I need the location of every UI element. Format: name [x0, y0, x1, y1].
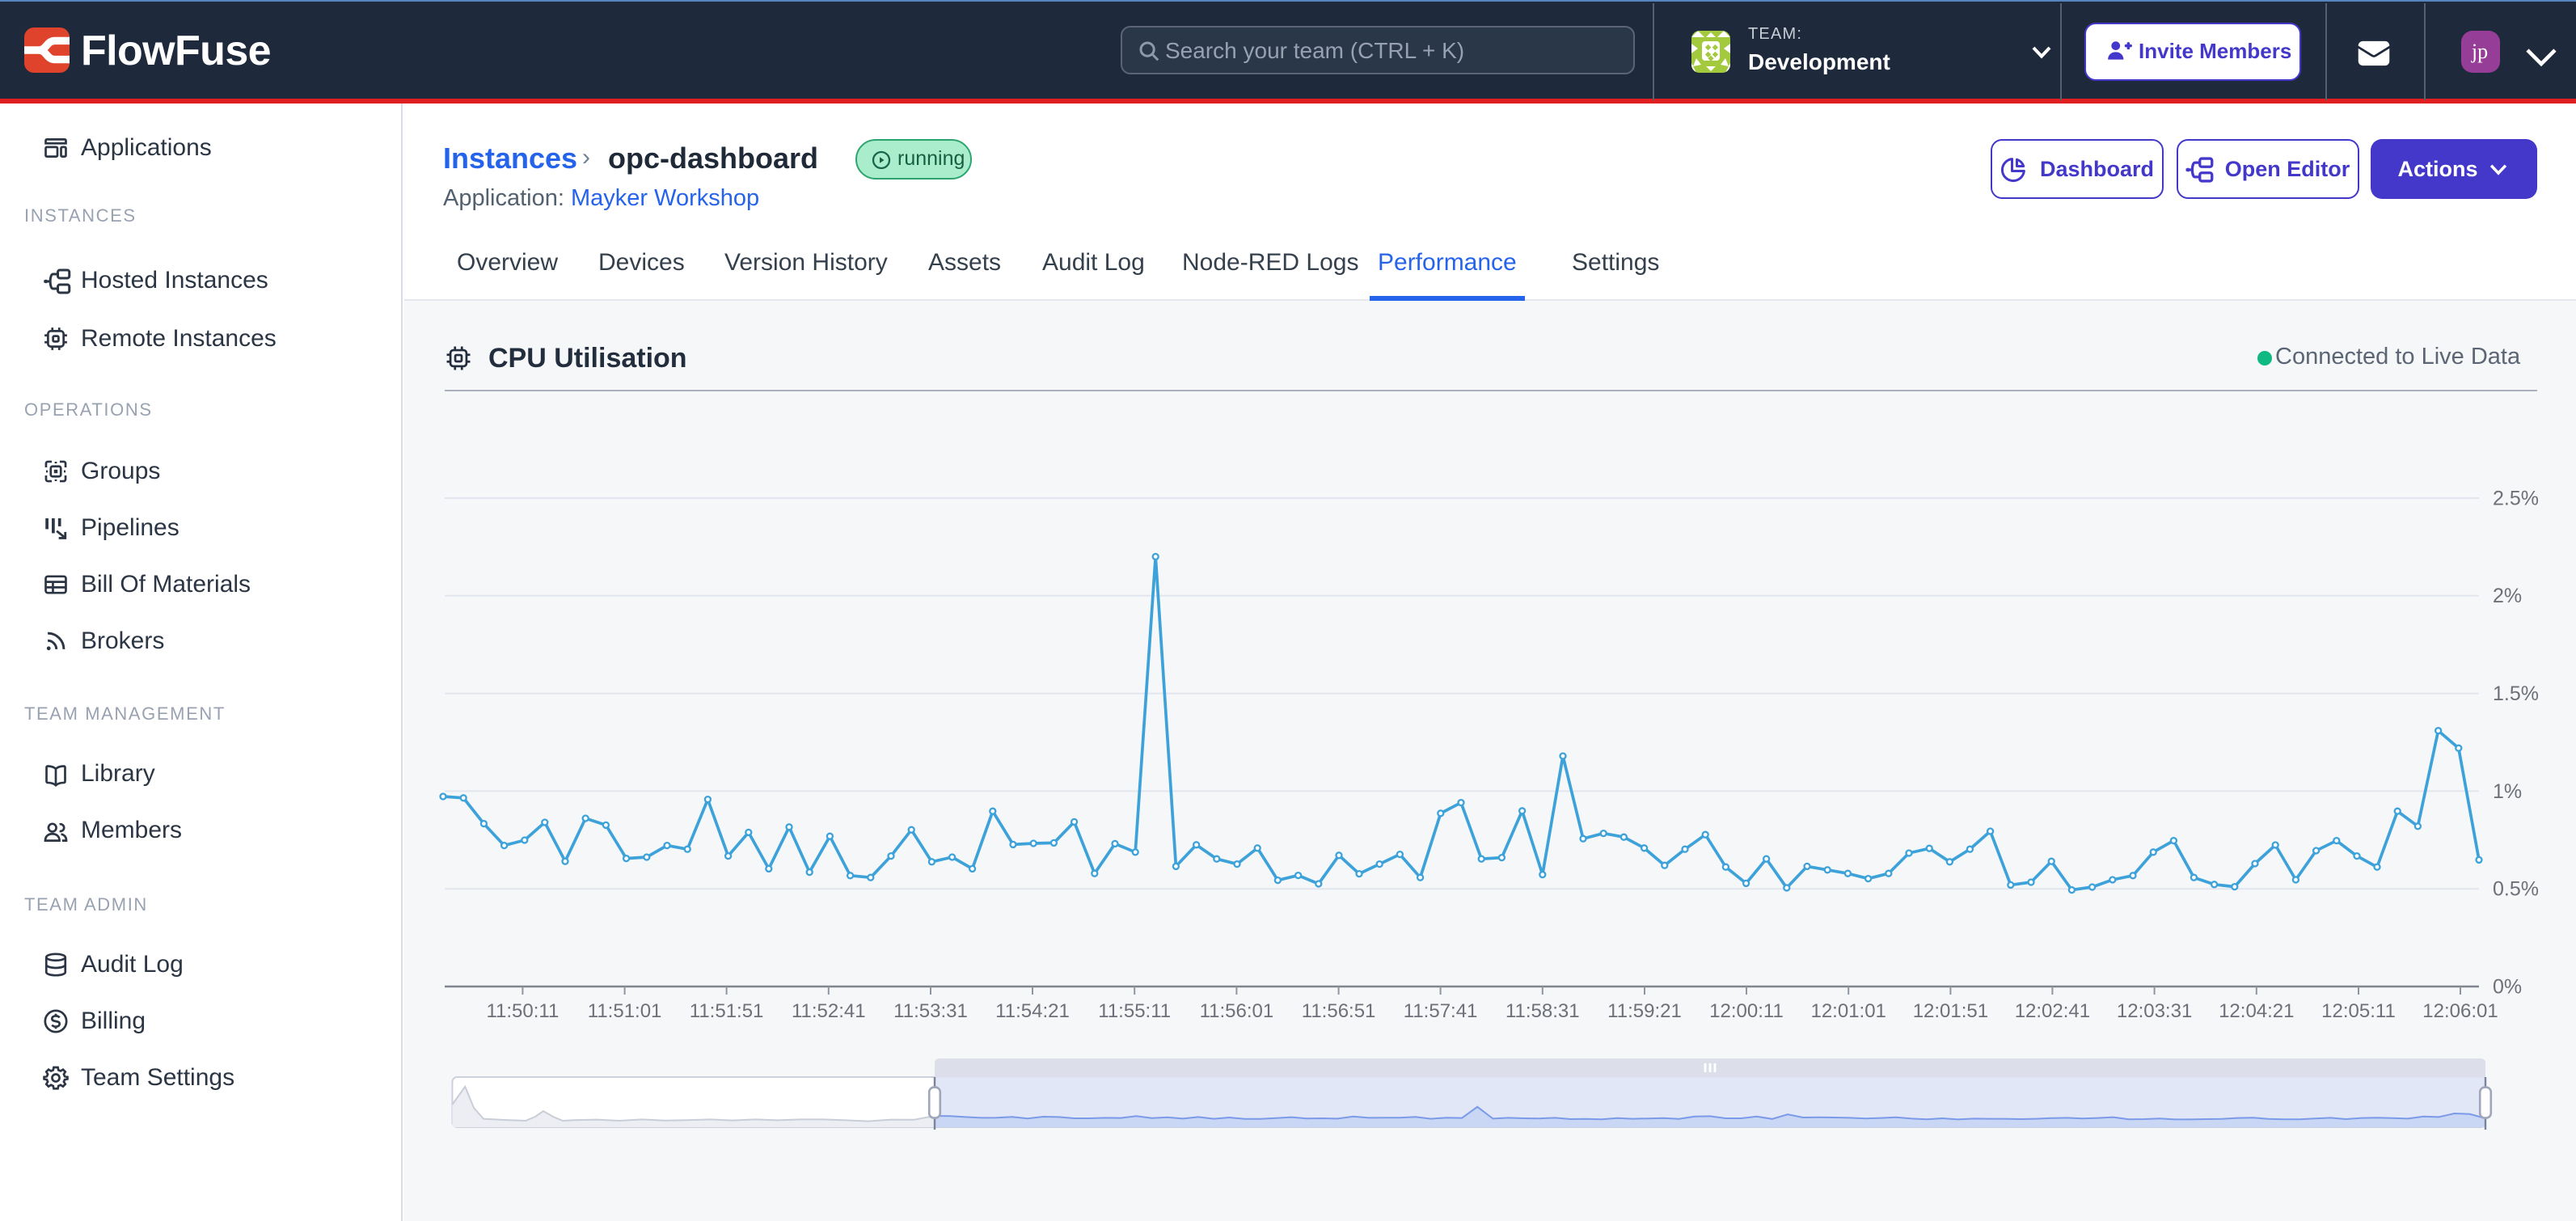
- svg-text:12:01:01: 12:01:01: [1810, 1000, 1886, 1022]
- svg-text:11:54:21: 11:54:21: [995, 1000, 1070, 1022]
- svg-text:11:57:41: 11:57:41: [1404, 1000, 1478, 1022]
- svg-text:1.5%: 1.5%: [2493, 682, 2539, 705]
- svg-text:11:51:51: 11:51:51: [690, 1000, 764, 1022]
- svg-text:12:01:51: 12:01:51: [1913, 1000, 1988, 1022]
- svg-text:11:56:01: 11:56:01: [1200, 1000, 1274, 1022]
- svg-text:11:53:31: 11:53:31: [893, 1000, 968, 1022]
- svg-text:11:51:01: 11:51:01: [588, 1000, 662, 1022]
- svg-text:11:50:11: 11:50:11: [486, 1000, 559, 1022]
- svg-text:2.5%: 2.5%: [2493, 487, 2539, 509]
- svg-text:12:02:41: 12:02:41: [2015, 1000, 2090, 1022]
- svg-text:11:56:51: 11:56:51: [1302, 1000, 1376, 1022]
- svg-text:0.5%: 0.5%: [2493, 878, 2539, 901]
- svg-text:0%: 0%: [2493, 975, 2522, 998]
- svg-text:11:59:21: 11:59:21: [1607, 1000, 1682, 1022]
- svg-text:2%: 2%: [2493, 585, 2522, 607]
- svg-text:12:00:11: 12:00:11: [1709, 1000, 1784, 1022]
- svg-text:11:52:41: 11:52:41: [792, 1000, 866, 1022]
- svg-text:12:06:01: 12:06:01: [2422, 1000, 2498, 1022]
- svg-text:11:58:31: 11:58:31: [1505, 1000, 1580, 1022]
- svg-text:11:55:11: 11:55:11: [1098, 1000, 1171, 1022]
- svg-text:12:05:11: 12:05:11: [2321, 1000, 2396, 1022]
- svg-text:12:04:21: 12:04:21: [2219, 1000, 2294, 1022]
- svg-text:1%: 1%: [2493, 780, 2522, 803]
- svg-text:12:03:31: 12:03:31: [2117, 1000, 2192, 1022]
